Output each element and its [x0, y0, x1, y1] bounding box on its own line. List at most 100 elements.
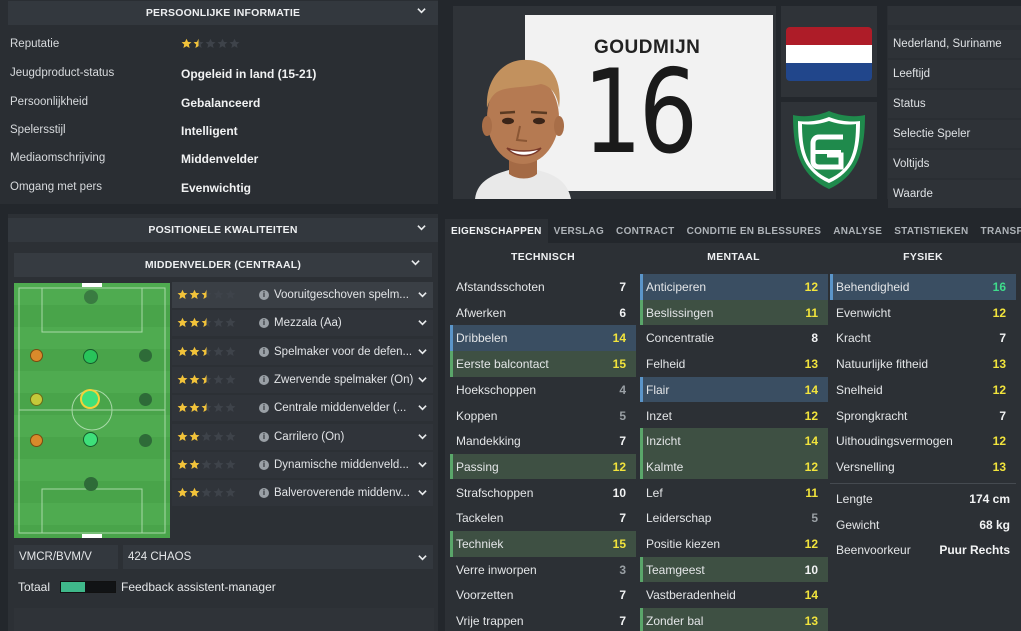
tab-transfers[interactable]: TRANSFERS: [975, 219, 1021, 243]
attribute-row[interactable]: Dribbelen 14: [450, 325, 636, 351]
attribute-row[interactable]: Inzet 12: [640, 403, 828, 429]
info-icon[interactable]: i: [259, 403, 269, 414]
attribute-name: Vastberadenheid: [646, 588, 736, 603]
attribute-row[interactable]: Beslissingen 11: [640, 299, 828, 326]
tab-statistieken[interactable]: STATISTIEKEN: [888, 219, 974, 243]
attribute-value: 7: [999, 331, 1006, 346]
attribute-row[interactable]: Strafschoppen 10: [450, 480, 636, 506]
info-icon[interactable]: i: [259, 346, 269, 357]
attribute-row[interactable]: Snelheid 12: [830, 377, 1016, 403]
extra-value: 68 kg: [979, 517, 1010, 532]
attribute-row[interactable]: Hoekschoppen 4: [450, 377, 636, 403]
info-icon[interactable]: i: [259, 374, 269, 385]
attribute-row[interactable]: Lef 11: [640, 480, 828, 506]
attribute-row[interactable]: Evenwicht 12: [830, 300, 1016, 326]
chevron-down-icon[interactable]: [418, 318, 427, 327]
attribute-row[interactable]: Flair 14: [640, 376, 828, 403]
role-row[interactable]: i Balveroverende middenv...: [172, 480, 433, 507]
attribute-row[interactable]: Kalmte 12: [640, 453, 828, 480]
attribute-row[interactable]: Voorzetten 7: [450, 582, 636, 608]
personal-info-title: PERSOONLIJKE INFORMATIE: [145, 7, 301, 19]
position-select-header[interactable]: MIDDENVELDER (CENTRAAL): [14, 253, 432, 277]
chevron-down-icon[interactable]: [417, 6, 426, 15]
tab-eigenschappen[interactable]: EIGENSCHAPPEN: [445, 219, 548, 243]
attribute-row[interactable]: Afstandsschoten 7: [450, 274, 636, 300]
attribute-row[interactable]: Afwerken 6: [450, 300, 636, 326]
role-row[interactable]: i Dynamische middenveld...: [172, 451, 433, 478]
info-icon[interactable]: i: [259, 290, 269, 300]
tab-conditie-en-blessures[interactable]: CONDITIE EN BLESSURES: [681, 219, 828, 243]
position-dot-dc[interactable]: [83, 349, 98, 364]
attribute-row[interactable]: Sprongkracht 7: [830, 403, 1016, 429]
attribute-row[interactable]: Mandekking 7: [450, 428, 636, 454]
tactic-select[interactable]: 424 CHAOS: [123, 545, 433, 569]
attribute-row[interactable]: Natuurlijke fitheid 13: [830, 351, 1016, 377]
tab-verslag[interactable]: VERSLAG: [548, 219, 610, 243]
attribute-row[interactable]: Tackelen 7: [450, 505, 636, 531]
tab-analyse[interactable]: ANALYSE: [827, 219, 888, 243]
attribute-row[interactable]: Teamgeest 10: [640, 556, 828, 583]
position-dot-ml[interactable]: [30, 393, 43, 406]
position-dot-dl[interactable]: [30, 349, 43, 362]
attribute-row[interactable]: Verre inworpen 3: [450, 557, 636, 583]
chevron-down-icon[interactable]: [418, 432, 427, 441]
attribute-row[interactable]: Vrije trappen 7: [450, 608, 636, 631]
chevron-down-icon[interactable]: [418, 375, 427, 384]
position-dot-dr[interactable]: [139, 349, 152, 362]
chevron-down-icon[interactable]: [411, 258, 420, 267]
position-dot-amc[interactable]: [83, 432, 98, 447]
chevron-down-icon[interactable]: [418, 553, 427, 562]
chevron-down-icon[interactable]: [418, 290, 427, 299]
attribute-row[interactable]: Zonder bal 13: [640, 608, 828, 631]
chevron-down-icon[interactable]: [418, 403, 427, 412]
attribute-row[interactable]: Versnelling 13: [830, 454, 1016, 480]
position-dot-gk[interactable]: [84, 290, 98, 304]
personal-info-header[interactable]: PERSOONLIJKE INFORMATIE: [8, 1, 438, 25]
attribute-row[interactable]: Eerste balcontact 15: [450, 351, 636, 377]
positional-header[interactable]: POSITIONELE KWALITEITEN: [8, 218, 438, 242]
attribute-row[interactable]: Techniek 15: [450, 531, 636, 557]
age-label: Leeftijd: [893, 68, 931, 80]
attribute-row[interactable]: Koppen 5: [450, 403, 636, 429]
attribute-extra-row: Gewicht 68 kg: [830, 512, 1016, 538]
info-icon[interactable]: i: [259, 318, 269, 329]
chevron-down-icon[interactable]: [417, 223, 426, 232]
tab-contract[interactable]: CONTRACT: [610, 219, 681, 243]
position-dot-st[interactable]: [84, 477, 98, 491]
attribute-row[interactable]: Inzicht 14: [640, 428, 828, 454]
info-icon[interactable]: i: [259, 459, 269, 470]
attribute-row[interactable]: Leiderschap 5: [640, 505, 828, 531]
club-badge-icon[interactable]: [791, 109, 867, 191]
attribute-row[interactable]: Anticiperen 12: [640, 274, 828, 300]
info-icon[interactable]: i: [259, 431, 269, 442]
attribute-name: Sprongkracht: [836, 408, 908, 423]
attribute-row[interactable]: Uithoudingsvermogen 12: [830, 428, 1016, 454]
role-row[interactable]: i Vooruitgeschoven spelm...: [172, 282, 433, 308]
position-dot-mr[interactable]: [139, 393, 152, 406]
attribute-row[interactable]: Concentratie 8: [640, 325, 828, 351]
role-row[interactable]: i Centrale middenvelder (...: [172, 395, 433, 422]
role-name: Centrale middenvelder (...: [274, 402, 407, 415]
position-dot-amr[interactable]: [139, 434, 152, 447]
attribute-row[interactable]: Vastberadenheid 14: [640, 582, 828, 608]
squad-row: Selectie Speler: [888, 120, 1021, 148]
attribute-row[interactable]: Behendigheid 16: [830, 274, 1016, 300]
positions-select[interactable]: VMCR/BVM/V: [14, 545, 118, 569]
attribute-row[interactable]: Positie kiezen 12: [640, 531, 828, 557]
role-row[interactable]: i Spelmaker voor de defen...: [172, 338, 433, 365]
role-row[interactable]: i Carrilero (On): [172, 423, 433, 450]
attribute-row[interactable]: Kracht 7: [830, 325, 1016, 351]
attribute-row[interactable]: Felheid 13: [640, 351, 828, 377]
position-dot-aml[interactable]: [30, 434, 43, 447]
attribute-row[interactable]: Passing 12: [450, 453, 636, 480]
role-row[interactable]: i Zwervende spelmaker (On): [172, 366, 433, 393]
info-icon[interactable]: i: [259, 488, 269, 499]
chevron-down-icon[interactable]: [418, 460, 427, 469]
info-value: Evenwichtig: [181, 181, 252, 195]
position-dot-mc[interactable]: [80, 389, 100, 409]
role-stars: [177, 346, 236, 357]
chevron-down-icon[interactable]: [418, 488, 427, 497]
chevron-down-icon[interactable]: [418, 347, 427, 356]
attribute-value: 13: [992, 357, 1006, 372]
role-row[interactable]: i Mezzala (Aa): [172, 310, 433, 337]
